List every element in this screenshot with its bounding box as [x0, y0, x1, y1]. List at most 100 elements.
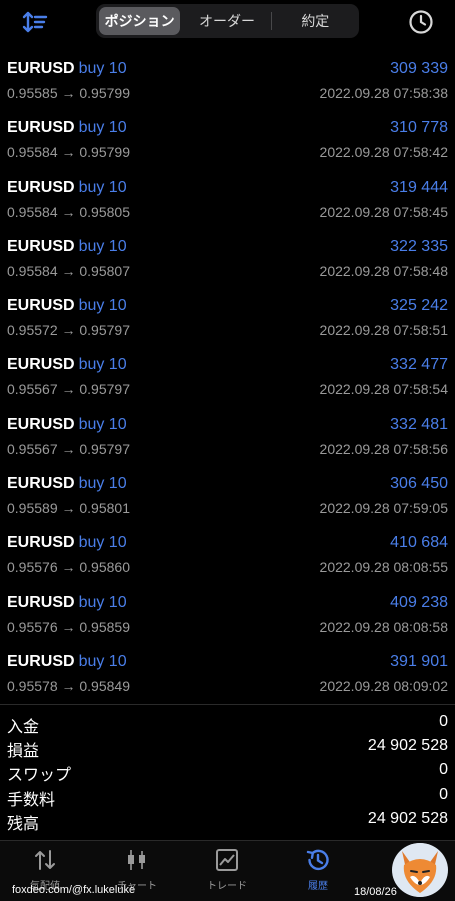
chart-icon [124, 847, 150, 873]
nav-history[interactable]: 履歴 [278, 847, 358, 892]
trade-title: EURUSD buy 10 [7, 594, 127, 612]
trade-side: buy 10 [78, 356, 127, 374]
summary-row: 残高 24 902 528 [0, 807, 455, 833]
trade-profit: 322 335 [390, 237, 448, 255]
trade-side: buy 10 [78, 534, 127, 552]
trade-row[interactable]: EURUSD buy 10 309 339 0.95585 → 0.95799 2022… [0, 50, 455, 109]
nav-trade[interactable]: トレード [187, 847, 267, 892]
trade-time: 2022.09.28 07:58:38 [319, 85, 448, 101]
trade-title: EURUSD buy 10 [7, 297, 127, 315]
trade-symbol: EURUSD [7, 415, 75, 433]
trade-title: EURUSD buy 10 [7, 119, 127, 137]
trade-prices: 0.95576 → 0.95860 [7, 559, 130, 576]
trade-symbol: EURUSD [7, 237, 75, 255]
tab-deals[interactable]: 約定 [275, 7, 356, 35]
trade-side: buy 10 [78, 475, 127, 493]
summary-row: 手数料 0 [0, 783, 455, 809]
trade-profit: 309 339 [390, 60, 448, 77]
trade-title: EURUSD buy 10 [7, 653, 127, 671]
trade-row[interactable]: EURUSD buy 10 332 477 0.95567 → 0.95797 2022… [0, 346, 455, 405]
trade-row[interactable]: EURUSD buy 10 410 684 0.95576 → 0.95860 2022… [0, 524, 455, 583]
trade-profit: 410 684 [390, 534, 448, 552]
trade-row[interactable]: EURUSD buy 10 319 444 0.95584 → 0.95805 2022… [0, 169, 455, 228]
trade-list: EURUSD buy 10 309 339 0.95585 → 0.95799 2022… [0, 50, 455, 702]
trade-symbol: EURUSD [7, 593, 75, 611]
trade-side: buy 10 [78, 297, 127, 315]
trade-row[interactable]: EURUSD buy 10 306 450 0.95589 → 0.95801 2022… [0, 465, 455, 524]
trade-row[interactable]: EURUSD buy 10 391 901 0.95578 → 0.95849 2022… [0, 643, 455, 702]
watermark-text: foxdeo.com/@fx.lukeluke [12, 884, 136, 896]
trade-symbol: EURUSD [7, 534, 75, 552]
segment-divider [270, 12, 272, 30]
trade-profit: 391 901 [390, 652, 448, 670]
nav-trade-label: トレード [207, 881, 247, 892]
trade-prices: 0.95584 → 0.95807 [7, 262, 130, 279]
trade-side: buy 10 [78, 60, 127, 77]
trade-row[interactable]: EURUSD buy 10 332 481 0.95567 → 0.95797 2022… [0, 406, 455, 465]
tab-orders[interactable]: オーダー [186, 7, 267, 35]
trade-symbol: EURUSD [7, 475, 75, 493]
trade-row[interactable]: EURUSD buy 10 310 778 0.95584 → 0.95799 2022… [0, 109, 455, 168]
trade-row[interactable]: EURUSD buy 10 325 242 0.95572 → 0.95797 2022… [0, 287, 455, 346]
trade-prices: 0.95585 → 0.95799 [7, 85, 130, 101]
trade-title: EURUSD buy 10 [7, 534, 127, 552]
trade-prices: 0.95589 → 0.95801 [7, 500, 130, 517]
trade-side: buy 10 [78, 178, 127, 196]
trade-prices: 0.95584 → 0.95799 [7, 144, 130, 161]
trade-time: 2022.09.28 08:08:58 [319, 618, 448, 635]
trade-time: 2022.09.28 07:58:56 [319, 440, 448, 457]
summary-divider [0, 704, 455, 705]
trade-side: buy 10 [78, 119, 127, 137]
trade-time: 2022.09.28 07:59:05 [319, 500, 448, 517]
trade-profit: 310 778 [390, 119, 448, 137]
summary-label: 残高 [7, 815, 40, 833]
trade-time: 2022.09.28 07:58:45 [319, 203, 448, 220]
trade-symbol: EURUSD [7, 60, 75, 77]
trade-prices: 0.95567 → 0.95797 [7, 381, 130, 398]
fox-avatar [392, 843, 448, 897]
clock-icon[interactable] [408, 9, 434, 35]
trade-row[interactable]: EURUSD buy 10 322 335 0.95584 → 0.95807 2022… [0, 228, 455, 287]
trade-profit: 319 444 [390, 178, 448, 196]
trade-profit: 332 477 [390, 356, 448, 374]
trade-profit: 332 481 [390, 415, 448, 433]
trade-time: 2022.09.28 08:08:55 [319, 559, 448, 576]
trade-time: 2022.09.28 07:58:42 [319, 144, 448, 161]
trade-profit: 409 238 [390, 593, 448, 611]
trade-title: EURUSD buy 10 [7, 238, 127, 256]
tab-positions[interactable]: ポジション [99, 7, 181, 35]
summary-panel: 入金 0 損益 24 902 528 スワップ 0 手数料 0 残高 24 902 528 [0, 710, 455, 833]
trade-title: EURUSD buy 10 [7, 179, 127, 197]
history-icon [305, 847, 331, 873]
trade-time: 2022.09.28 07:58:54 [319, 381, 448, 398]
trade-symbol: EURUSD [7, 119, 75, 137]
trade-row[interactable]: EURUSD buy 10 409 238 0.95576 → 0.95859 2022… [0, 584, 455, 643]
trade-symbol: EURUSD [7, 356, 75, 374]
trade-side: buy 10 [78, 415, 127, 433]
trade-symbol: EURUSD [7, 297, 75, 315]
trade-time: 2022.09.28 07:58:48 [319, 262, 448, 279]
trade-symbol: EURUSD [7, 178, 75, 196]
top-bar: ポジション オーダー 約定 [0, 0, 455, 44]
summary-row: 損益 24 902 528 [0, 734, 455, 760]
trade-prices: 0.95578 → 0.95849 [7, 677, 130, 694]
segment-control: ポジション オーダー 約定 [96, 4, 359, 38]
watermark-date: 18/08/26 [354, 886, 397, 898]
summary-value: 0 [439, 713, 448, 730]
trade-side: buy 10 [78, 237, 127, 255]
summary-row: 入金 0 [0, 710, 455, 736]
summary-value: 24 902 528 [367, 809, 448, 827]
trade-time: 2022.09.28 08:09:02 [319, 677, 448, 694]
trade-title: EURUSD buy 10 [7, 416, 127, 434]
trade-prices: 0.95567 → 0.95797 [7, 440, 130, 457]
trade-time: 2022.09.28 07:58:51 [319, 322, 448, 339]
nav-history-label: 履歴 [308, 881, 328, 892]
trade-symbol: EURUSD [7, 652, 75, 670]
trade-title: EURUSD buy 10 [7, 60, 127, 78]
trade-title: EURUSD buy 10 [7, 475, 127, 493]
trade-profit: 306 450 [390, 475, 448, 493]
sort-icon[interactable] [22, 10, 48, 34]
trade-side: buy 10 [78, 593, 127, 611]
trade-prices: 0.95572 → 0.95797 [7, 322, 130, 339]
trade-title: EURUSD buy 10 [7, 356, 127, 374]
